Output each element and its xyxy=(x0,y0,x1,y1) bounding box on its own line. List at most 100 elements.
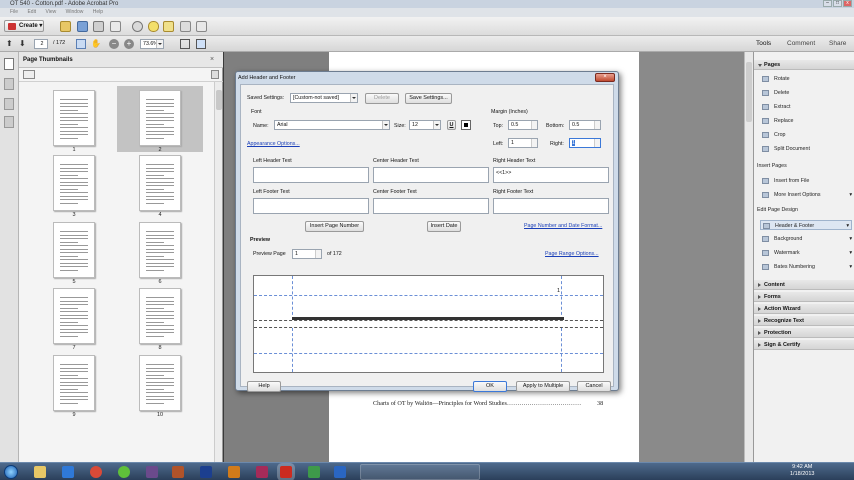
font-name-select[interactable]: Arial xyxy=(274,120,390,130)
font-size-select[interactable]: 12 xyxy=(409,120,441,130)
email-icon[interactable] xyxy=(110,21,121,32)
word-icon[interactable] xyxy=(334,466,346,478)
tool-insert-from-file[interactable]: Insert from File xyxy=(760,176,809,186)
print-icon[interactable] xyxy=(93,21,104,32)
stepper-icon[interactable] xyxy=(594,121,600,129)
zoom-out-icon[interactable]: − xyxy=(109,39,119,49)
sign-icon[interactable] xyxy=(180,21,191,32)
comment-bubble-icon[interactable] xyxy=(148,21,159,32)
fit-width-icon[interactable] xyxy=(196,39,206,49)
page-range-options-link[interactable]: Page Range Options... xyxy=(545,251,599,257)
page-thumbnail[interactable] xyxy=(139,155,181,211)
ok-button[interactable]: OK xyxy=(473,381,507,392)
recognize-text-section-header[interactable]: Recognize Text xyxy=(754,316,854,326)
pages-section-header[interactable]: Pages xyxy=(754,60,854,70)
close-window-button[interactable]: x xyxy=(843,0,852,7)
thumbnail-options-icon[interactable] xyxy=(23,70,35,79)
insert-date-button[interactable]: Insert Date xyxy=(427,221,461,232)
explorer-icon[interactable] xyxy=(34,466,46,478)
media-icon[interactable] xyxy=(146,466,158,478)
tool-rotate[interactable]: Rotate xyxy=(760,74,790,84)
tool-delete[interactable]: Delete xyxy=(760,88,789,98)
forms-section-header[interactable]: Forms xyxy=(754,292,854,302)
margin-bottom-input[interactable]: 0.5 xyxy=(569,120,601,130)
left-footer-input[interactable] xyxy=(253,198,369,214)
right-header-input[interactable]: <<1>> xyxy=(493,167,609,183)
apply-to-multiple-button[interactable]: Apply to Multiple xyxy=(516,381,570,392)
center-header-input[interactable] xyxy=(373,167,489,183)
preview-page-input[interactable]: 1 xyxy=(292,249,322,259)
saved-settings-select[interactable]: [Custom-not saved] xyxy=(290,93,358,103)
zoom-in-icon[interactable]: + xyxy=(124,39,134,49)
publisher-icon[interactable] xyxy=(308,466,320,478)
fit-page-icon[interactable] xyxy=(180,39,190,49)
illustrator-icon[interactable] xyxy=(228,466,240,478)
protection-section-header[interactable]: Protection xyxy=(754,328,854,338)
tool-more-insert-options[interactable]: More Insert Options ▾ xyxy=(760,190,852,200)
margin-top-input[interactable]: 0.5 xyxy=(508,120,538,130)
attachments-icon[interactable] xyxy=(4,98,14,110)
page-thumbnail[interactable] xyxy=(53,90,95,146)
help-button[interactable]: Help xyxy=(247,381,281,392)
ie-icon[interactable] xyxy=(62,466,74,478)
tool-background[interactable]: Background ▾ xyxy=(760,234,852,244)
close-pane-icon[interactable]: × xyxy=(210,56,218,64)
next-page-icon[interactable]: ⬇ xyxy=(19,39,28,48)
indesign-icon[interactable] xyxy=(256,466,268,478)
spotify-icon[interactable] xyxy=(118,466,130,478)
center-footer-input[interactable] xyxy=(373,198,489,214)
page-number-input[interactable]: 2 xyxy=(34,39,48,49)
page-thumbnail[interactable] xyxy=(53,222,95,278)
maximize-button[interactable]: □ xyxy=(833,0,842,7)
menu-file[interactable]: File xyxy=(10,9,18,15)
action-wizard-section-header[interactable]: Action Wizard xyxy=(754,304,854,314)
highlight-icon[interactable] xyxy=(163,21,174,32)
stepper-icon[interactable] xyxy=(531,121,537,129)
tool-split-document[interactable]: Split Document xyxy=(760,144,810,154)
share-pane-button[interactable]: Share xyxy=(825,38,850,49)
tool-replace[interactable]: Replace xyxy=(760,116,793,126)
menu-view[interactable]: View xyxy=(45,9,56,15)
save-settings-button[interactable]: Save Settings... xyxy=(405,93,452,104)
comment-pane-button[interactable]: Comment xyxy=(783,38,819,49)
page-thumbnail[interactable] xyxy=(139,355,181,411)
scroll-thumb[interactable] xyxy=(746,62,752,122)
save-icon[interactable] xyxy=(77,21,88,32)
zoom-level-select[interactable]: 73.6% xyxy=(140,39,164,49)
page-number-date-format-link[interactable]: Page Number and Date Format... xyxy=(524,223,602,229)
content-section-header[interactable]: Content xyxy=(754,280,854,290)
page-thumbnail[interactable] xyxy=(139,222,181,278)
tool-watermark[interactable]: Watermark ▾ xyxy=(760,248,852,258)
page-thumbnail[interactable] xyxy=(53,155,95,211)
margin-left-input[interactable]: 1 xyxy=(508,138,538,148)
sign-certify-section-header[interactable]: Sign & Certify xyxy=(754,340,854,350)
delete-pages-icon[interactable] xyxy=(211,70,219,79)
tools-pane-button[interactable]: Tools xyxy=(752,38,775,49)
cancel-button[interactable]: Cancel xyxy=(577,381,611,392)
previous-page-icon[interactable]: ⬆ xyxy=(6,39,15,48)
menu-edit[interactable]: Edit xyxy=(27,9,36,15)
page-thumbnail[interactable] xyxy=(139,90,181,146)
tool-bates-numbering[interactable]: Bates Numbering ▾ xyxy=(760,262,852,272)
signatures-icon[interactable] xyxy=(4,116,14,128)
left-header-input[interactable] xyxy=(253,167,369,183)
app-icon[interactable] xyxy=(172,466,184,478)
thumbnail-scrollbar[interactable] xyxy=(214,82,222,462)
delete-settings-button[interactable]: Delete xyxy=(365,93,399,104)
bookmarks-icon[interactable] xyxy=(4,78,14,90)
page-thumbnail[interactable] xyxy=(139,288,181,344)
tool-extract[interactable]: Extract xyxy=(760,102,790,112)
settings-gear-icon[interactable] xyxy=(132,21,143,32)
appearance-options-link[interactable]: Appearance Options... xyxy=(247,141,300,147)
font-color-button[interactable] xyxy=(461,120,471,130)
page-thumbnail[interactable] xyxy=(53,288,95,344)
dialog-close-button[interactable]: × xyxy=(595,73,615,82)
document-scrollbar[interactable] xyxy=(744,52,753,462)
create-button[interactable]: Create ▾ xyxy=(4,20,44,32)
stepper-icon[interactable] xyxy=(531,139,537,147)
hand-tool-icon[interactable]: ✋ xyxy=(91,39,101,49)
menu-window[interactable]: Window xyxy=(66,9,84,15)
insert-page-number-button[interactable]: Insert Page Number xyxy=(305,221,364,232)
photoshop-icon[interactable] xyxy=(200,466,212,478)
chrome-icon[interactable] xyxy=(90,466,102,478)
